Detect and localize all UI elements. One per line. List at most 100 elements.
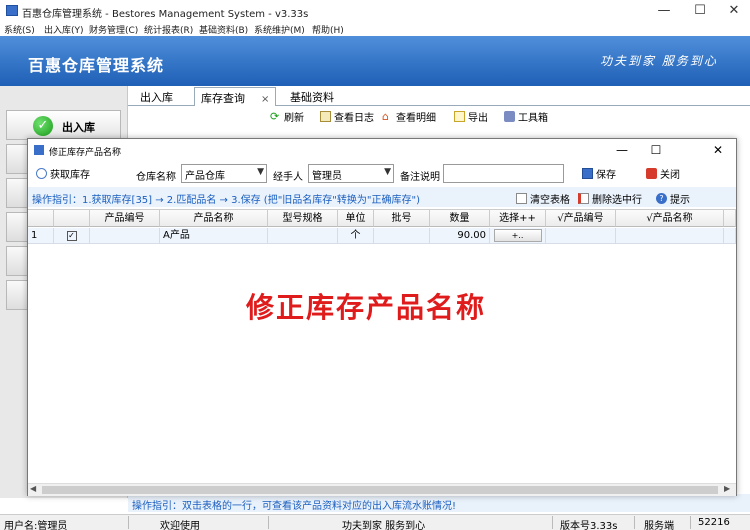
window-titlebar: 百惠仓库管理系统 - Bestores Management System - … [0, 0, 750, 22]
status-divider [634, 516, 635, 529]
menu-reports[interactable]: 统计报表(R) [144, 23, 193, 36]
inout-button[interactable]: ✓ 出入库 [6, 110, 121, 140]
handler-value: 管理员 [312, 171, 342, 182]
document-icon [516, 193, 527, 204]
close-circle-icon [646, 168, 657, 179]
status-server: 服务端 [644, 521, 674, 530]
menu-maintenance[interactable]: 系统维护(M) [254, 23, 305, 36]
save-label: 保存 [596, 170, 616, 181]
menu-basic-data[interactable]: 基础资料(B) [199, 23, 248, 36]
dialog-titlebar: 修正库存产品名称 — ☐ ✕ [28, 139, 736, 161]
refresh-icon: ⟳ [270, 110, 280, 123]
checkbox[interactable]: ✓ [66, 231, 77, 241]
cell-new-code[interactable] [546, 228, 616, 244]
product-grid: 产品编号 产品名称 型号规格 单位 批号 数量 选择++ √产品编号 √产品名称… [28, 209, 736, 483]
dialog-minimize-icon[interactable]: — [614, 142, 630, 158]
cell-batch[interactable] [374, 228, 430, 244]
table-cell [724, 228, 736, 244]
column-header-qty[interactable]: 数量 [430, 210, 490, 227]
remark-label: 备注说明 [400, 172, 440, 183]
status-divider [690, 516, 691, 529]
maximize-icon[interactable]: ☐ [692, 3, 708, 19]
watermark-title: 修正库存产品名称 [246, 291, 487, 324]
dialog-guide-text: 操作指引：1.获取库存[35] → 2.匹配品名 → 3.保存 (把"旧品名库存… [32, 195, 421, 206]
column-header-new-name[interactable]: √产品名称 [616, 210, 724, 227]
status-divider [128, 516, 129, 529]
toolbox-label: 工具箱 [518, 113, 548, 124]
tab-inout[interactable]: 出入库 [134, 87, 179, 106]
help-icon: ? [656, 193, 667, 204]
chevron-down-icon: ▼ [257, 167, 264, 177]
main-guide-bar: 操作指引：双击表格的一行，可查看该产品资料对应的出入库流水账情况! [128, 494, 750, 512]
cell-pick[interactable]: +.. [490, 228, 546, 244]
view-detail-button[interactable]: ⌂ 查看明细 [382, 109, 436, 124]
warehouse-select[interactable]: 产品仓库 ▼ [181, 164, 267, 183]
column-header-unit[interactable]: 单位 [338, 210, 374, 227]
status-divider [268, 516, 269, 529]
column-header-new-code[interactable]: √产品编号 [546, 210, 616, 227]
brand-title: 百惠仓库管理系统 [28, 56, 165, 75]
clear-table-button[interactable]: 清空表格 [516, 191, 570, 206]
tab-inout-label: 出入库 [140, 91, 173, 104]
horizontal-scrollbar[interactable]: ◀ ▶ [28, 483, 736, 496]
toolbox-button[interactable]: 工具箱 [504, 109, 548, 124]
minimize-icon[interactable]: — [656, 3, 672, 19]
tab-close-icon[interactable]: × [261, 94, 269, 105]
menu-inout[interactable]: 出入库(Y) [44, 23, 84, 36]
scroll-left-icon[interactable]: ◀ [30, 484, 36, 493]
view-log-label: 查看日志 [334, 113, 374, 124]
export-icon [454, 111, 465, 122]
hint-button[interactable]: ? 提示 [656, 191, 690, 206]
export-button[interactable]: 导出 [454, 109, 488, 124]
main-guide-text: 操作指引：双击表格的一行，可查看该产品资料对应的出入库流水账情况! [132, 501, 457, 512]
log-icon [320, 111, 331, 122]
view-log-button[interactable]: 查看日志 [320, 109, 374, 124]
main-toolbar: ⟳ 刷新 查看日志 ⌂ 查看明细 导出 工具箱 [128, 106, 750, 126]
table-row-checkbox[interactable]: ✓ [54, 228, 90, 244]
cell-qty[interactable]: 90.00 [430, 228, 490, 244]
menu-system[interactable]: 系统(S) [4, 23, 35, 36]
chevron-down-icon: ▼ [384, 167, 391, 177]
column-header-pick[interactable]: 选择++ [490, 210, 546, 227]
fetch-stock-button[interactable]: 获取库存 [36, 166, 90, 181]
cell-code[interactable] [90, 228, 160, 244]
fetch-icon [36, 168, 47, 179]
save-button[interactable]: 保存 [582, 166, 616, 181]
app-icon [6, 5, 18, 16]
column-header-code[interactable]: 产品编号 [90, 210, 160, 227]
column-header-name[interactable]: 产品名称 [160, 210, 268, 227]
column-header [28, 210, 54, 227]
dialog-guide-bar: 操作指引：1.获取库存[35] → 2.匹配品名 → 3.保存 (把"旧品名库存… [28, 187, 736, 207]
inout-button-label: 出入库 [62, 121, 95, 134]
column-header-spec[interactable]: 型号规格 [268, 210, 338, 227]
close-icon[interactable]: ✕ [726, 3, 742, 19]
dialog-maximize-icon[interactable]: ☐ [648, 142, 664, 158]
cell-name[interactable]: A产品 [160, 228, 268, 244]
refresh-button[interactable]: ⟳ 刷新 [270, 109, 304, 124]
scroll-right-icon[interactable]: ▶ [724, 484, 730, 493]
delete-row-button[interactable]: 删除选中行 [578, 191, 642, 206]
column-header-batch[interactable]: 批号 [374, 210, 430, 227]
menu-finance[interactable]: 财务管理(C) [89, 23, 138, 36]
check-icon: ✓ [33, 116, 53, 136]
menu-help[interactable]: 帮助(H) [312, 23, 344, 36]
dialog-close-icon[interactable]: ✕ [710, 142, 726, 158]
warehouse-label: 仓库名称 [136, 172, 176, 183]
handler-label: 经手人 [273, 172, 303, 183]
export-label: 导出 [468, 113, 488, 124]
handler-select[interactable]: 管理员 ▼ [308, 164, 394, 183]
save-icon [582, 168, 593, 179]
tab-stock-query-label: 库存查询 [201, 92, 245, 105]
status-version: 版本号3.33s [560, 521, 618, 530]
remark-input[interactable] [443, 164, 564, 183]
cell-unit[interactable]: 个 [338, 228, 374, 244]
tab-stock-query[interactable]: 库存查询 × [194, 87, 277, 106]
scrollbar-thumb[interactable] [42, 486, 718, 494]
cell-spec[interactable] [268, 228, 338, 244]
pick-product-button[interactable]: +.. [493, 229, 542, 242]
close-button[interactable]: 关闭 [646, 166, 680, 181]
cell-new-name[interactable] [616, 228, 724, 244]
tab-strip: 出入库 库存查询 × 基础资料 [128, 86, 750, 106]
dialog-app-icon [34, 145, 44, 155]
tab-basic-data[interactable]: 基础资料 [284, 87, 340, 106]
